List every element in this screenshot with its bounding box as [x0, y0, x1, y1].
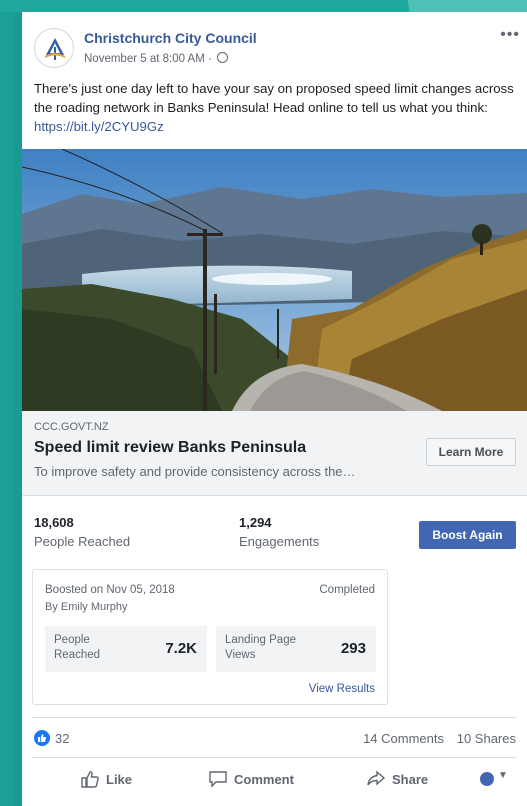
post-body: There's just one day left to have your s… — [34, 79, 516, 136]
link-title[interactable]: Speed limit review Banks Peninsula — [34, 439, 306, 457]
comment-label: Comment — [234, 772, 294, 787]
metric-label: People Reached — [54, 634, 101, 661]
link-preview[interactable]: CCC.GOVT.NZ Speed limit review Banks Pen… — [22, 411, 527, 496]
reaction-count[interactable]: 32 — [55, 731, 69, 746]
post-photo[interactable] — [22, 149, 527, 411]
thumbs-up-icon — [81, 771, 99, 788]
share-button[interactable]: Share — [366, 768, 456, 794]
view-results-link[interactable]: View Results — [309, 683, 375, 695]
learn-more-button[interactable]: Learn More — [426, 438, 516, 466]
link-description: To improve safety and provide consistenc… — [34, 464, 356, 479]
account-avatar-icon[interactable] — [480, 772, 494, 786]
people-reached-metric: People Reached 7.2K — [45, 626, 207, 672]
engagements-value: 1,294 — [239, 515, 272, 530]
people-reached-stat: 18,608 People Reached — [34, 515, 130, 549]
post-card: Christchurch City Council November 5 at … — [22, 12, 527, 806]
timestamp-text: November 5 at 8:00 AM · — [84, 53, 212, 65]
page-avatar[interactable] — [34, 28, 74, 68]
globe-icon — [217, 52, 229, 63]
shares-count[interactable]: 10 Shares — [457, 731, 516, 746]
share-icon — [367, 770, 386, 786]
engagements-stat: 1,294 Engagements — [239, 515, 319, 549]
like-reaction-icon[interactable] — [34, 730, 50, 746]
people-reached-label: People Reached — [34, 534, 131, 549]
metric-value: 7.2K — [165, 640, 197, 657]
metric-value: 293 — [340, 640, 366, 657]
people-reached-value: 18,608 — [34, 515, 74, 530]
chevron-down-icon[interactable]: ▼ — [498, 770, 508, 781]
boost-again-button[interactable]: Boost Again — [419, 521, 516, 549]
divider — [32, 717, 516, 718]
engagements-label: Engagements — [239, 534, 320, 549]
background-stripe — [0, 0, 14, 806]
like-label: Like — [106, 772, 133, 787]
divider — [32, 757, 516, 758]
like-button[interactable]: Like — [80, 768, 150, 794]
page-name-link[interactable]: Christchurch City Council — [84, 30, 257, 46]
boost-status: Completed — [319, 584, 375, 596]
post-text: There's just one day left to have your s… — [34, 81, 514, 115]
share-label: Share — [392, 772, 429, 787]
council-logo-icon — [43, 37, 67, 61]
post-timestamp[interactable]: November 5 at 8:00 AM · — [84, 52, 229, 65]
metric-label: Landing Page Views — [225, 634, 296, 661]
comment-icon — [209, 771, 227, 788]
comments-count[interactable]: 14 Comments — [363, 731, 444, 746]
boost-summary-card: Boosted on Nov 05, 2018 By Emily Murphy … — [32, 569, 388, 705]
landing-page-views-metric: Landing Page Views 293 — [216, 626, 376, 672]
post-header: Christchurch City Council November 5 at … — [34, 26, 519, 78]
boosted-by: By Emily Murphy — [45, 601, 128, 613]
comment-button[interactable]: Comment — [208, 768, 308, 794]
link-domain: CCC.GOVT.NZ — [34, 421, 109, 433]
more-options-icon[interactable]: ••• — [500, 26, 520, 44]
post-link[interactable]: https://bit.ly/2CYU9Gz — [34, 119, 164, 134]
boosted-on-date: Boosted on Nov 05, 2018 — [45, 584, 175, 596]
